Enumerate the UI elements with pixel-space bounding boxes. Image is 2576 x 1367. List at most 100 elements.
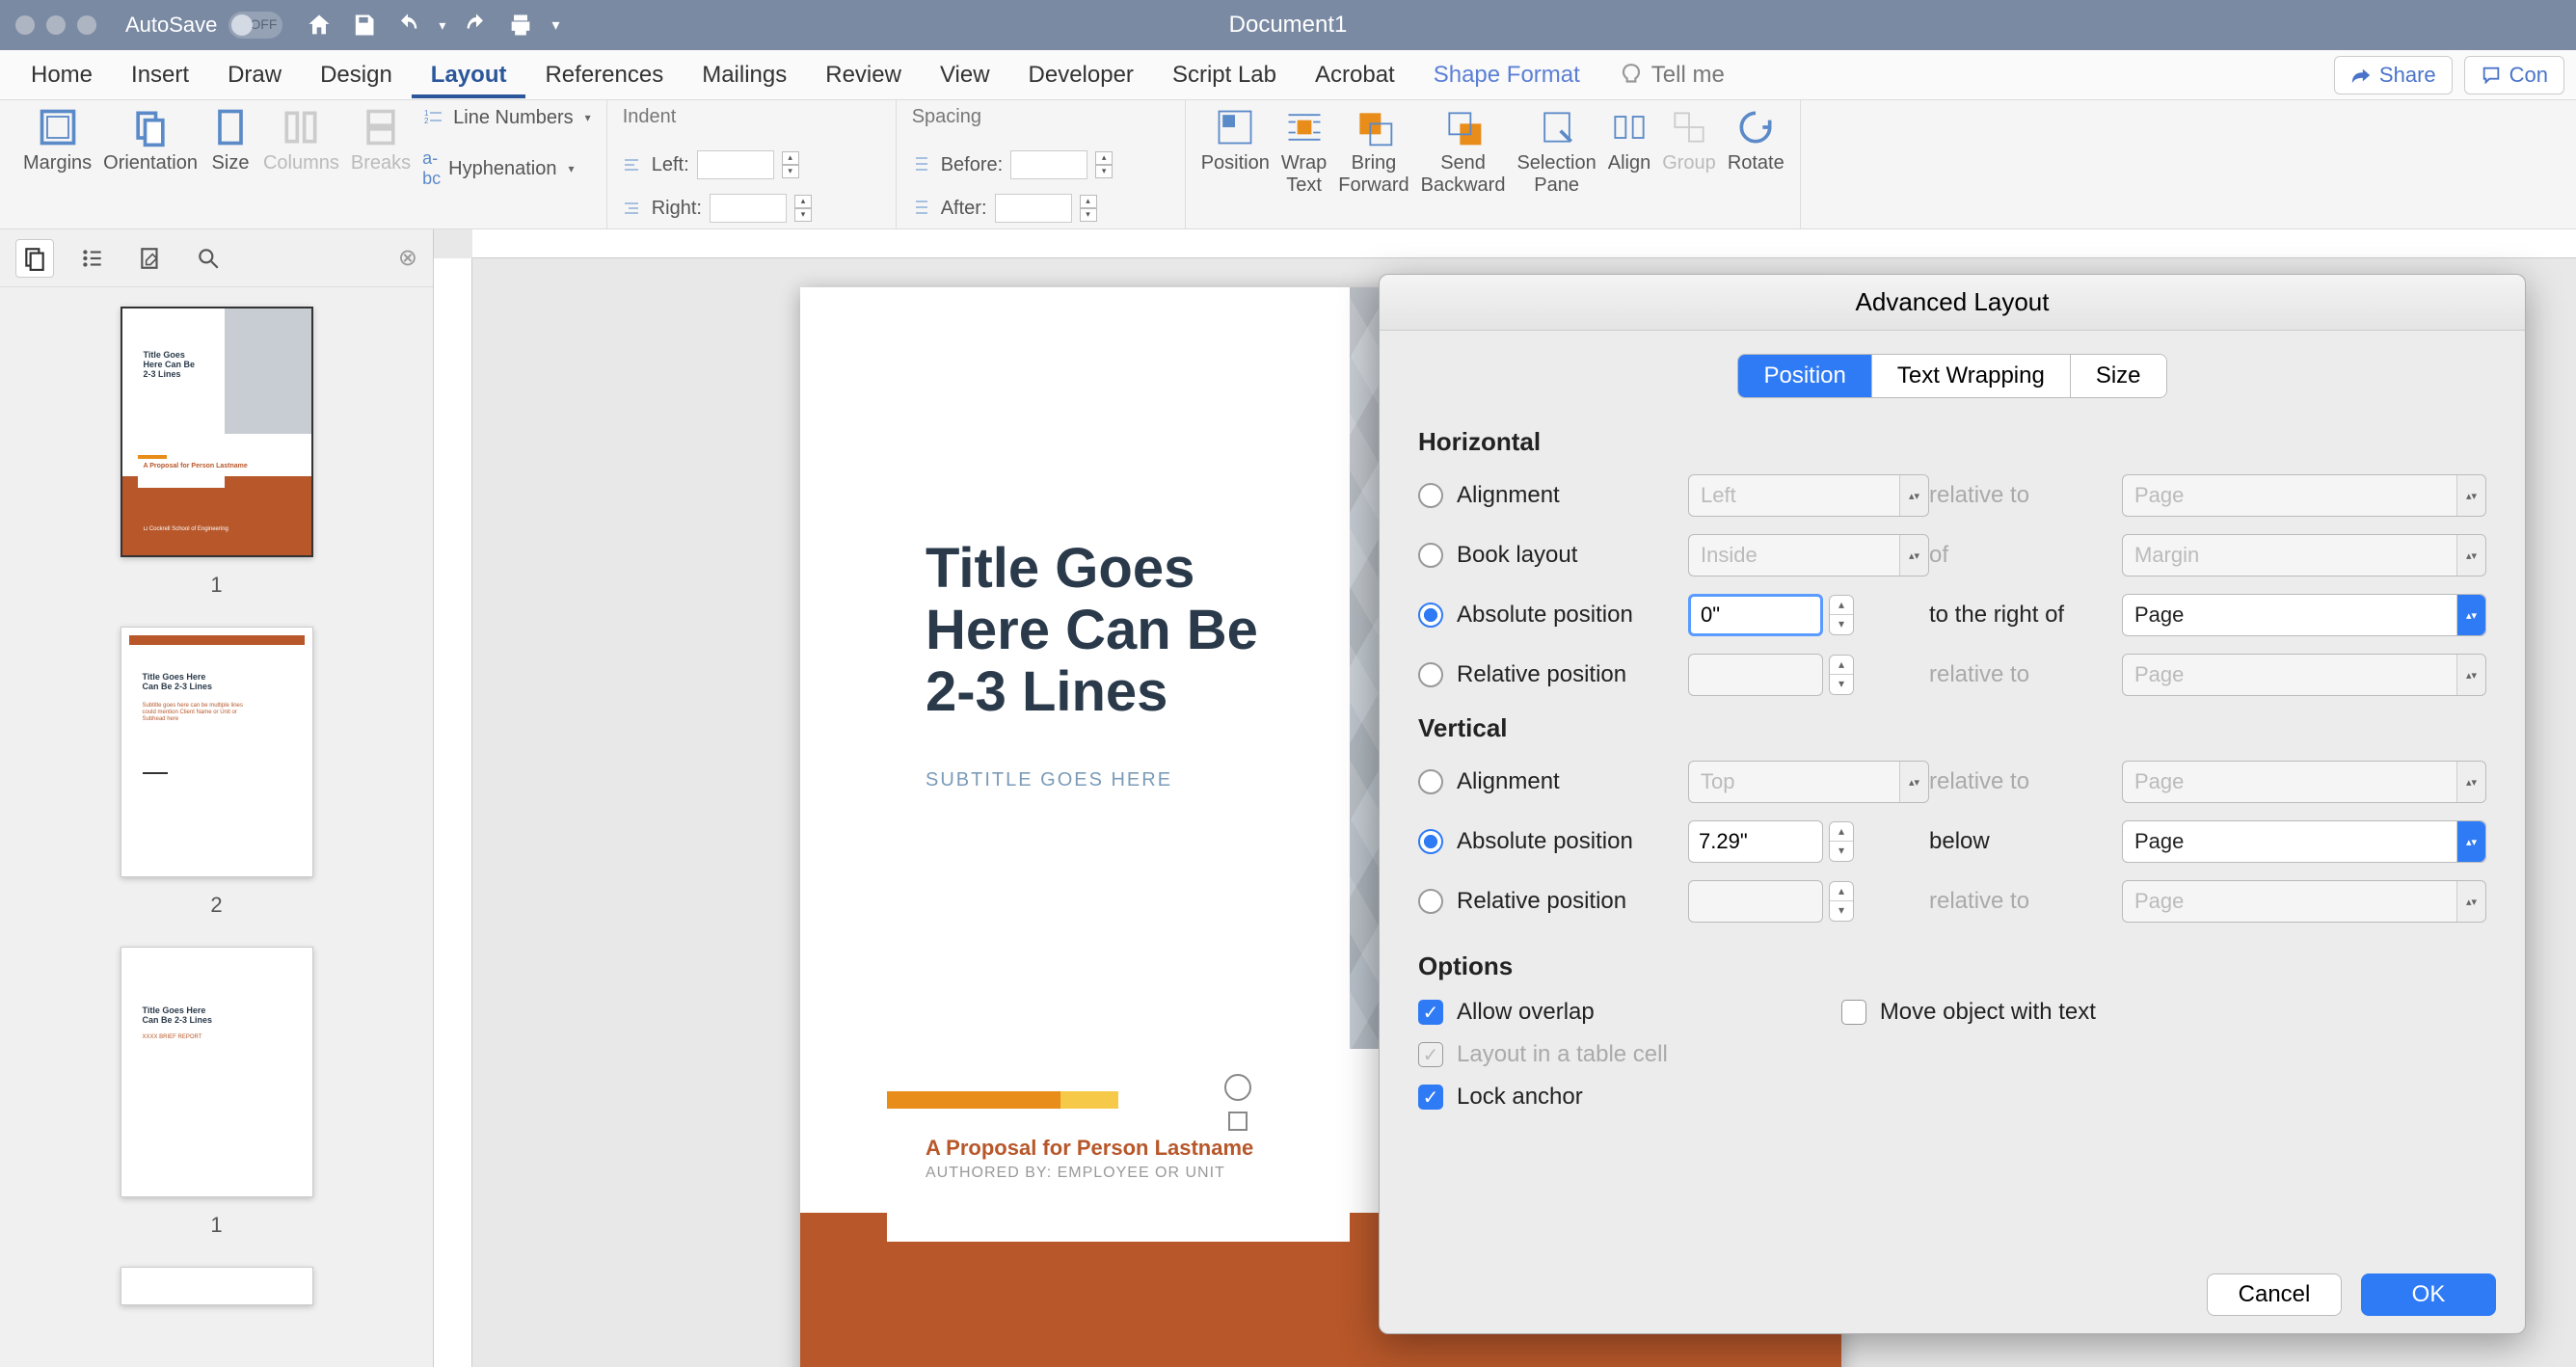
v-abs-input[interactable] — [1688, 820, 1823, 863]
dialog-tab-wrapping[interactable]: Text Wrapping — [1872, 355, 2071, 397]
nav-review-tab[interactable] — [131, 239, 170, 278]
selection-pane-button[interactable]: Selection Pane — [1516, 106, 1596, 197]
allow-overlap-checkbox[interactable]: ✓ — [1418, 1000, 1443, 1025]
h-rel-row: Relative position ▴▾ relative to Page▴▾ — [1418, 654, 2486, 696]
h-book-radio[interactable] — [1418, 543, 1443, 568]
align-button[interactable]: Align — [1608, 106, 1650, 174]
h-rel-rel-select[interactable]: Page▴▾ — [2122, 654, 2486, 696]
rotate-button[interactable]: Rotate — [1728, 106, 1784, 174]
lock-anchor-checkbox[interactable]: ✓ — [1418, 1085, 1443, 1110]
v-alignment-radio[interactable] — [1418, 769, 1443, 794]
autosave-switch[interactable]: OFF — [228, 12, 282, 39]
rotate-handle-icon[interactable] — [1224, 1074, 1251, 1101]
nav-thumbnails-tab[interactable] — [15, 239, 54, 278]
thumbnail-page-1[interactable]: Title GoesHere Can Be2-3 Lines A Proposa… — [121, 307, 313, 557]
v-rel-radio[interactable] — [1418, 889, 1443, 914]
tab-home[interactable]: Home — [12, 52, 112, 98]
h-alignment-rel-select[interactable]: Page▴▾ — [2122, 474, 2486, 517]
undo-icon[interactable] — [394, 12, 421, 39]
orientation-button[interactable]: Orientation — [103, 106, 198, 174]
tab-view[interactable]: View — [921, 52, 1009, 98]
lightbulb-icon — [1619, 63, 1644, 88]
layout-cell-checkbox: ✓ — [1418, 1042, 1443, 1067]
indent-left-input[interactable] — [697, 150, 774, 179]
nav-close-button[interactable]: ⊗ — [398, 244, 417, 272]
save-icon[interactable] — [350, 12, 377, 39]
thumbnail-page-3[interactable]: Title Goes HereCan Be 2-3 Lines XXXX BRI… — [121, 947, 313, 1197]
undo-dropdown[interactable]: ▾ — [439, 17, 445, 34]
tab-review[interactable]: Review — [806, 52, 921, 98]
nav-search-tab[interactable] — [189, 239, 228, 278]
h-alignment-radio[interactable] — [1418, 483, 1443, 508]
autosave-toggle[interactable]: AutoSave OFF — [125, 12, 282, 39]
h-abs-radio[interactable] — [1418, 603, 1443, 628]
lock-anchor-row[interactable]: ✓Lock anchor — [1418, 1084, 1668, 1111]
h-rel-radio[interactable] — [1418, 662, 1443, 687]
position-button[interactable]: Position — [1201, 106, 1270, 174]
hyphenation-button[interactable]: a-bcHyphenation▾ — [422, 148, 591, 189]
cancel-button[interactable]: Cancel — [2207, 1273, 2342, 1316]
indent-right-stepper[interactable]: ▴▾ — [794, 195, 812, 222]
comments-button[interactable]: Con — [2464, 56, 2564, 94]
h-abs-stepper[interactable]: ▴▾ — [1829, 595, 1854, 635]
v-abs-rel-select[interactable]: Page▴▾ — [2122, 820, 2486, 863]
tab-design[interactable]: Design — [301, 52, 412, 98]
tab-references[interactable]: References — [525, 52, 683, 98]
nav-outline-tab[interactable] — [73, 239, 112, 278]
allow-overlap-row[interactable]: ✓Allow overlap — [1418, 999, 1668, 1026]
tab-shape-format[interactable]: Shape Format — [1414, 52, 1599, 98]
v-abs-radio[interactable] — [1418, 829, 1443, 854]
spacing-before-stepper[interactable]: ▴▾ — [1095, 151, 1113, 178]
thumbnail-page-4[interactable] — [121, 1267, 313, 1305]
v-alignment-rel-select[interactable]: Page▴▾ — [2122, 761, 2486, 803]
share-button[interactable]: Share — [2334, 56, 2453, 94]
options-header: Options — [1418, 952, 2486, 981]
redo-icon[interactable] — [463, 12, 490, 39]
window-traffic-lights[interactable] — [15, 15, 96, 35]
dialog-tab-position[interactable]: Position — [1738, 355, 1871, 397]
print-icon[interactable] — [507, 12, 534, 39]
list-icon — [80, 246, 105, 271]
h-rel-stepper[interactable]: ▴▾ — [1829, 655, 1854, 695]
h-abs-rel-select[interactable]: Page▴▾ — [2122, 594, 2486, 636]
dialog-tab-size[interactable]: Size — [2071, 355, 2166, 397]
qat-customize[interactable]: ▾ — [551, 15, 559, 35]
horizontal-ruler[interactable] — [472, 229, 2576, 258]
spacing-after-stepper[interactable]: ▴▾ — [1080, 195, 1097, 222]
line-numbers-button[interactable]: 12Line Numbers▾ — [422, 106, 591, 129]
tab-developer[interactable]: Developer — [1009, 52, 1153, 98]
v-rel-row: Relative position ▴▾ relative to Page▴▾ — [1418, 880, 2486, 923]
move-with-text-checkbox[interactable] — [1841, 1000, 1866, 1025]
tab-scriptlab[interactable]: Script Lab — [1153, 52, 1296, 98]
size-button[interactable]: Size — [209, 106, 252, 174]
bring-forward-button[interactable]: Bring Forward — [1338, 106, 1409, 197]
tab-mailings[interactable]: Mailings — [683, 52, 806, 98]
selection-handle[interactable] — [1228, 1112, 1248, 1131]
v-rel-rel-select[interactable]: Page▴▾ — [2122, 880, 2486, 923]
h-abs-input[interactable] — [1688, 594, 1823, 636]
vertical-ruler[interactable] — [434, 258, 472, 1367]
v-rel-stepper[interactable]: ▴▾ — [1829, 881, 1854, 922]
wrap-text-button[interactable]: Wrap Text — [1281, 106, 1327, 197]
send-backward-button[interactable]: Send Backward — [1421, 106, 1506, 197]
tab-insert[interactable]: Insert — [112, 52, 208, 98]
thumbnail-page-2[interactable]: Title Goes HereCan Be 2-3 Lines Subtitle… — [121, 627, 313, 877]
spacing-before-input[interactable] — [1010, 150, 1087, 179]
v-alignment-select[interactable]: Top▴▾ — [1688, 761, 1929, 803]
margins-button[interactable]: Margins — [23, 106, 92, 174]
h-alignment-select[interactable]: Left▴▾ — [1688, 474, 1929, 517]
spacing-after-input[interactable] — [995, 194, 1072, 223]
tab-acrobat[interactable]: Acrobat — [1296, 52, 1414, 98]
indent-left-stepper[interactable]: ▴▾ — [782, 151, 799, 178]
move-with-text-row[interactable]: Move object with text — [1841, 999, 2096, 1026]
indent-right-input[interactable] — [710, 194, 787, 223]
tell-me-search[interactable]: Tell me — [1619, 62, 1725, 89]
h-book-select[interactable]: Inside▴▾ — [1688, 534, 1929, 576]
tab-layout[interactable]: Layout — [412, 52, 526, 98]
ribbon-tabs: Home Insert Draw Design Layout Reference… — [0, 50, 2576, 100]
ok-button[interactable]: OK — [2361, 1273, 2496, 1316]
v-abs-stepper[interactable]: ▴▾ — [1829, 821, 1854, 862]
home-icon[interactable] — [306, 12, 333, 39]
tab-draw[interactable]: Draw — [208, 52, 301, 98]
h-book-rel-select[interactable]: Margin▴▾ — [2122, 534, 2486, 576]
